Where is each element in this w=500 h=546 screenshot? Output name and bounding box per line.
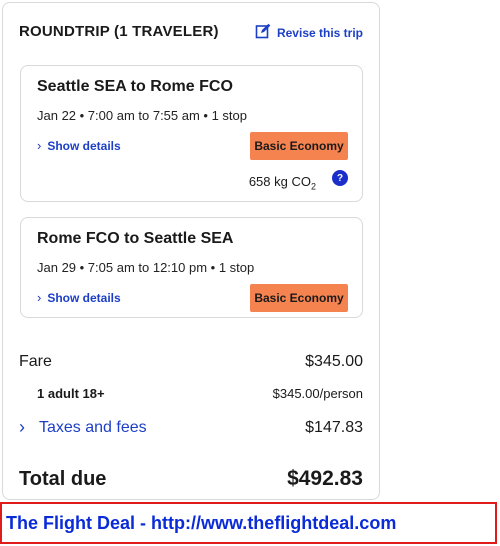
total-value: $492.83: [287, 467, 363, 490]
trip-summary-panel: ROUNDTRIP (1 TRAVELER) Revise this trip …: [2, 2, 380, 500]
taxes-row: › Taxes and fees $147.83: [19, 417, 363, 438]
revise-trip-link[interactable]: Revise this trip: [255, 23, 363, 42]
fare-class-badge: Basic Economy: [250, 284, 348, 312]
chevron-right-icon: ›: [37, 138, 42, 153]
show-details-label: Show details: [47, 138, 121, 153]
chevron-right-icon: ›: [19, 417, 25, 437]
co2-emissions: 658 kg CO2: [249, 174, 316, 192]
watermark-banner: The Flight Deal - http://www.theflightde…: [0, 502, 497, 544]
flight-route: Rome FCO to Seattle SEA: [37, 230, 234, 247]
taxes-value: $147.83: [305, 418, 363, 436]
trip-type-heading: ROUNDTRIP (1 TRAVELER): [19, 23, 219, 40]
taxes-label: Taxes and fees: [39, 418, 147, 436]
chevron-right-icon: ›: [37, 290, 42, 305]
fare-row: Fare $345.00: [19, 353, 363, 371]
adult-value: $345.00/person: [272, 386, 363, 401]
total-label: Total due: [19, 467, 107, 490]
revise-trip-label: Revise this trip: [276, 25, 363, 40]
co2-value: 658 kg CO: [248, 174, 311, 189]
flight-times: Jan 29 • 7:05 am to 12:10 pm • 1 stop: [37, 260, 255, 275]
show-details-label: Show details: [47, 290, 121, 305]
adult-fare-row: 1 adult 18+ $345.00/person: [19, 386, 363, 401]
flight-route: Seattle SEA to Rome FCO: [37, 78, 233, 95]
co2-subscript: 2: [310, 181, 316, 192]
info-question-icon[interactable]: ?: [332, 170, 348, 186]
total-row: Total due $492.83: [19, 467, 363, 491]
flight-times: Jan 22 • 7:00 am to 7:55 am • 1 stop: [37, 108, 248, 123]
edit-icon: [255, 23, 271, 42]
fare-value: $345.00: [305, 353, 363, 370]
fare-class-badge: Basic Economy: [250, 132, 348, 160]
fare-label: Fare: [19, 353, 52, 370]
taxes-toggle[interactable]: › Taxes and fees: [19, 417, 147, 438]
watermark-text: The Flight Deal - http://www.theflightde…: [6, 512, 397, 533]
adult-label: 1 adult 18+: [37, 386, 105, 401]
flight-card-return: Rome FCO to Seattle SEA Jan 29 • 7:05 am…: [20, 217, 363, 318]
show-details-link[interactable]: › Show details: [37, 290, 121, 305]
flight-card-outbound: Seattle SEA to Rome FCO Jan 22 • 7:00 am…: [20, 65, 363, 202]
show-details-link[interactable]: › Show details: [37, 138, 121, 153]
